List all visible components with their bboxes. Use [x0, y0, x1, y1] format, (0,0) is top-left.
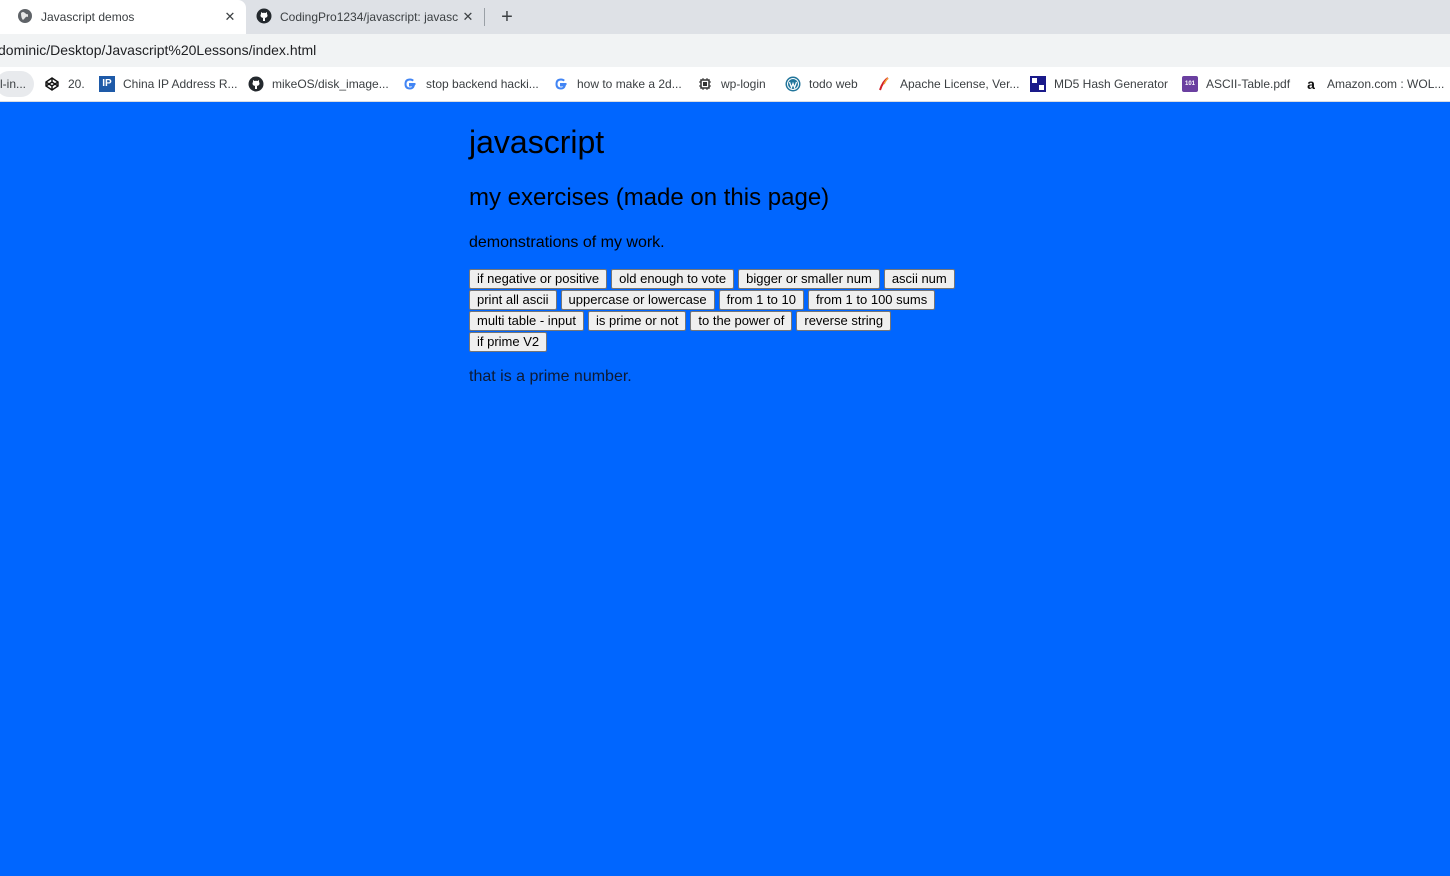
- bookmark-item[interactable]: stop backend hacki...: [402, 71, 539, 97]
- ascii-num-button[interactable]: ascii num: [883, 269, 955, 289]
- feather-icon: [876, 76, 892, 92]
- github-icon: [256, 8, 272, 27]
- bookmarks-bar: l-in... 20. IP China IP Address R... mik…: [0, 67, 1450, 102]
- bookmark-label: mikeOS/disk_image...: [272, 77, 389, 91]
- button-row: print all ascii uppercase or lowercase f…: [469, 290, 989, 311]
- address-bar: dominic/Desktop/Javascript%20Lessons/ind…: [0, 34, 1450, 67]
- wordpress-icon: [785, 76, 801, 92]
- power-of-button[interactable]: to the power of: [690, 311, 793, 331]
- bookmark-label: stop backend hacki...: [426, 77, 539, 91]
- bookmark-label: 20.: [68, 77, 85, 91]
- negative-positive-button[interactable]: if negative or positive: [469, 269, 608, 289]
- bookmark-label: how to make a 2d...: [577, 77, 682, 91]
- bookmark-item[interactable]: how to make a 2d...: [553, 71, 682, 97]
- google-icon: [402, 76, 418, 92]
- bookmark-label: ASCII-Table.pdf: [1206, 77, 1291, 91]
- tab-javascript-demos[interactable]: Javascript demos ✕: [0, 0, 246, 34]
- close-icon[interactable]: ✕: [458, 7, 478, 27]
- bookmark-item[interactable]: a Amazon.com : WOL...: [1303, 71, 1444, 97]
- from-1-to-100-sums-button[interactable]: from 1 to 100 sums: [807, 290, 936, 310]
- tab-title: CodingPro1234/javascript: javasc: [280, 10, 458, 24]
- bookmark-item[interactable]: l-in...: [0, 71, 35, 97]
- tab-github[interactable]: CodingPro1234/javascript: javasc ✕: [246, 0, 484, 34]
- bookmark-label: l-in...: [0, 77, 27, 91]
- uppercase-lowercase-button[interactable]: uppercase or lowercase: [560, 290, 715, 310]
- button-row: multi table - input is prime or not to t…: [469, 311, 989, 332]
- old-enough-to-vote-button[interactable]: old enough to vote: [611, 269, 735, 289]
- if-prime-v2-button[interactable]: if prime V2: [469, 332, 548, 352]
- section-heading: my exercises (made on this page): [469, 184, 830, 211]
- globe-icon: [17, 8, 33, 27]
- close-icon[interactable]: ✕: [220, 7, 240, 27]
- bookmark-label: MD5 Hash Generator: [1054, 77, 1169, 91]
- bookmark-label: China IP Address R...: [123, 77, 238, 91]
- print-all-ascii-button[interactable]: print all ascii: [469, 290, 557, 310]
- github-icon: [248, 76, 264, 92]
- bookmark-label: wp-login: [721, 77, 766, 91]
- google-icon: [553, 76, 569, 92]
- bookmark-label: Amazon.com : WOL...: [1327, 77, 1445, 91]
- from-1-to-10-button[interactable]: from 1 to 10: [718, 290, 804, 310]
- bookmark-label: todo web: [809, 77, 858, 91]
- tab-strip: Javascript demos ✕ CodingPro1234/javascr…: [0, 0, 1450, 34]
- subheading: demonstrations of my work.: [469, 234, 665, 251]
- bookmark-item[interactable]: MD5 Hash Generator: [1030, 71, 1168, 97]
- bookmark-label: Apache License, Ver...: [900, 77, 1020, 91]
- chip-icon: [697, 76, 713, 92]
- tab-title: Javascript demos: [41, 10, 135, 24]
- bookmark-item[interactable]: IP China IP Address R...: [99, 71, 238, 97]
- new-tab-button[interactable]: +: [494, 5, 520, 29]
- is-prime-button[interactable]: is prime or not: [588, 311, 687, 331]
- bookmark-item[interactable]: Apache License, Ver...: [876, 71, 1019, 97]
- ip-icon: IP: [99, 76, 115, 92]
- page-title: javascript: [469, 124, 605, 160]
- bookmark-item[interactable]: todo web: [785, 71, 858, 97]
- button-row: if negative or positive old enough to vo…: [469, 269, 989, 290]
- reverse-string-button[interactable]: reverse string: [796, 311, 892, 331]
- pdf-101-icon: 101: [1182, 76, 1198, 92]
- bigger-smaller-button[interactable]: bigger or smaller num: [738, 269, 880, 289]
- tab-divider: [484, 8, 485, 26]
- url-field[interactable]: dominic/Desktop/Javascript%20Lessons/ind…: [0, 42, 316, 58]
- amazon-icon: a: [1307, 76, 1315, 92]
- exercise-buttons: if negative or positive old enough to vo…: [469, 269, 989, 353]
- bookmark-item[interactable]: mikeOS/disk_image...: [248, 71, 389, 97]
- multi-table-button[interactable]: multi table - input: [469, 311, 584, 331]
- codepen-icon: [44, 76, 60, 92]
- code-beautify-icon: [1030, 76, 1046, 92]
- bookmark-item[interactable]: 20.: [44, 71, 85, 97]
- result-text: that is a prime number.: [469, 368, 632, 385]
- bookmark-item[interactable]: wp-login: [697, 71, 766, 97]
- bookmark-item[interactable]: 101 ASCII-Table.pdf: [1182, 71, 1290, 97]
- button-row: if prime V2: [469, 332, 989, 353]
